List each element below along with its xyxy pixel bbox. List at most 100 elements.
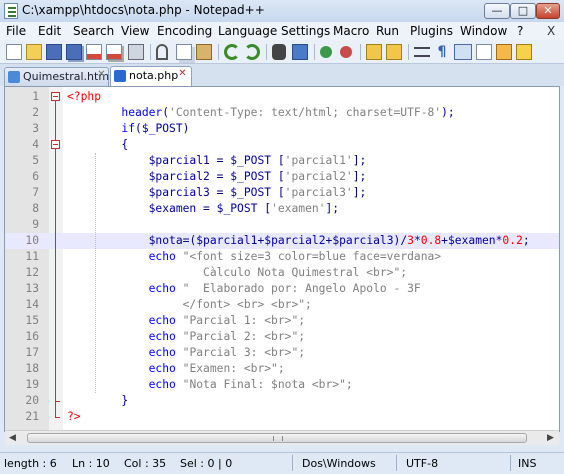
all-chars-icon[interactable]: ¶ [434,44,450,60]
code-line[interactable]: 17 echo "Parcial 3: <br>"; [5,345,559,361]
menu-language[interactable]: Language [218,24,277,38]
zoom-out-icon[interactable] [340,46,352,58]
minimize-button[interactable]: — [484,3,510,19]
close-document-button[interactable]: X [547,24,555,38]
menu-bar: File Edit Search View Encoding Language … [0,22,564,40]
window-title: C:\xampp\htdocs\nota.php - Notepad++ [22,3,265,17]
maximize-button[interactable]: □ [510,3,536,19]
horizontal-scrollbar[interactable]: ◀ ▶ [5,430,559,445]
code-line[interactable]: 13 echo " Elaborado por: Angelo Apolo - … [5,281,559,297]
wrap-icon[interactable] [414,47,430,57]
cut-icon[interactable] [156,44,168,60]
menu-file[interactable]: File [6,24,26,38]
code-line[interactable]: 7 $parcial3 = $_POST ['parcial3']; [5,185,559,201]
tab-close-icon[interactable]: ✕ [177,68,188,79]
code-line[interactable]: 1 <?php [5,89,559,105]
status-separator [510,455,511,471]
find-icon[interactable] [272,44,286,60]
status-length: length : 6 [4,457,57,470]
code-line[interactable]: 10 $nota=($parcial1+$parcial2+$parcial3)… [5,233,559,249]
indent-guide-icon[interactable] [454,44,472,60]
menu-encoding[interactable]: Encoding [157,24,212,38]
code-editor[interactable]: 1 <?php 2 header('Content-Type: text/html;… [4,86,560,432]
save-icon[interactable] [46,44,62,60]
code-line[interactable]: 5 $parcial1 = $_POST ['parcial1']; [5,153,559,169]
code-line[interactable]: 14 </font> <br> <br>"; [5,297,559,313]
code-text: echo "Parcial 1: <br>"; [148,314,306,327]
code-line[interactable]: 16 echo "Parcial 2: <br>"; [5,329,559,345]
code-text: $parcial2 = $_POST ['parcial2']; [148,170,367,183]
code-text: } [121,394,129,407]
code-line[interactable]: 19 echo "Nota Final: $nota <br>"; [5,377,559,393]
macro-icon[interactable] [516,44,532,60]
menu-macro[interactable]: Macro [333,24,369,38]
tab-nota-php[interactable]: nota.php ✕ [110,66,192,87]
line-number: 6 [32,170,39,183]
menu-run[interactable]: Run [376,24,399,38]
menu-view[interactable]: View [121,24,149,38]
undo-icon[interactable] [224,44,240,60]
tab-quimestral[interactable]: Quimestral.html ✕ [4,67,112,86]
record-macro-icon[interactable] [496,44,512,60]
line-number: 1 [32,90,39,103]
code-line[interactable]: 11 echo "<font size=3 color=blue face=ve… [5,249,559,265]
replace-icon[interactable] [292,44,308,60]
scroll-right-button[interactable]: ▶ [543,431,558,445]
close-all-icon[interactable] [106,44,122,60]
fold-toggle-icon[interactable] [51,92,60,101]
copy-icon[interactable] [176,44,192,60]
code-line[interactable]: 15 echo "Parcial 1: <br>"; [5,313,559,329]
redo-icon[interactable] [244,44,260,60]
sync-v-icon[interactable] [366,44,382,60]
menu-help[interactable]: ? [517,24,523,38]
code-line[interactable]: 4 { [5,137,559,153]
title-bar[interactable]: C:\xampp\htdocs\nota.php - Notepad++ — □… [0,0,564,22]
line-number: 15 [25,314,39,327]
menu-search[interactable]: Search [73,24,114,38]
code-text: $parcial1 = $_POST ['parcial1']; [148,154,367,167]
menu-plugins[interactable]: Plugins [410,24,453,38]
notepad-app-icon[interactable] [4,3,18,19]
new-file-icon[interactable] [6,44,22,60]
status-column: Col : 35 [124,457,167,470]
code-line[interactable]: 21 ?> [5,409,559,425]
code-line[interactable]: 12 Càlculo Nota Quimestral <br>"; [5,265,559,281]
fold-toggle-icon[interactable] [51,140,60,149]
print-icon[interactable] [128,44,144,60]
doc-map-icon[interactable] [476,44,492,60]
toolbar-separator [408,44,409,60]
code-line[interactable]: 18 echo "Examen: <br>"; [5,361,559,377]
code-line[interactable]: 2 header('Content-Type: text/html; chars… [5,105,559,121]
code-text: echo "Parcial 2: <br>"; [148,330,306,343]
paste-icon[interactable] [196,44,212,60]
code-text: </font> <br> <br>"; [67,298,312,311]
line-number: 21 [25,410,39,423]
line-number: 10 [25,234,39,247]
tab-close-icon[interactable]: ✕ [96,69,107,80]
code-text: { [121,138,129,151]
code-line[interactable]: 3 if($_POST) [5,121,559,137]
save-all-icon[interactable] [66,44,82,60]
line-number: 19 [25,378,39,391]
zoom-in-icon[interactable] [320,46,332,58]
code-line[interactable]: 8 $examen = $_POST ['examen']; [5,201,559,217]
open-file-icon[interactable] [26,44,42,60]
indent-guide [95,153,96,393]
code-text: $parcial3 = $_POST ['parcial3']; [148,186,367,199]
close-window-button[interactable]: ✕ [536,3,560,19]
code-line[interactable]: 9 [5,217,559,233]
scroll-thumb[interactable] [27,433,527,443]
scroll-left-button[interactable]: ◀ [5,431,20,445]
file-icon [8,71,20,83]
line-number: 7 [32,186,39,199]
menu-window[interactable]: Window [460,24,507,38]
code-line[interactable]: 20 } [5,393,559,409]
sync-h-icon[interactable] [386,44,402,60]
close-icon[interactable] [86,44,102,60]
code-line[interactable]: 6 $parcial2 = $_POST ['parcial2']; [5,169,559,185]
menu-settings[interactable]: Settings [281,24,330,38]
status-insert-mode: INS [518,457,537,470]
line-number: 12 [25,266,39,279]
menu-edit[interactable]: Edit [38,24,61,38]
code-text: echo "Examen: <br>"; [148,362,285,375]
